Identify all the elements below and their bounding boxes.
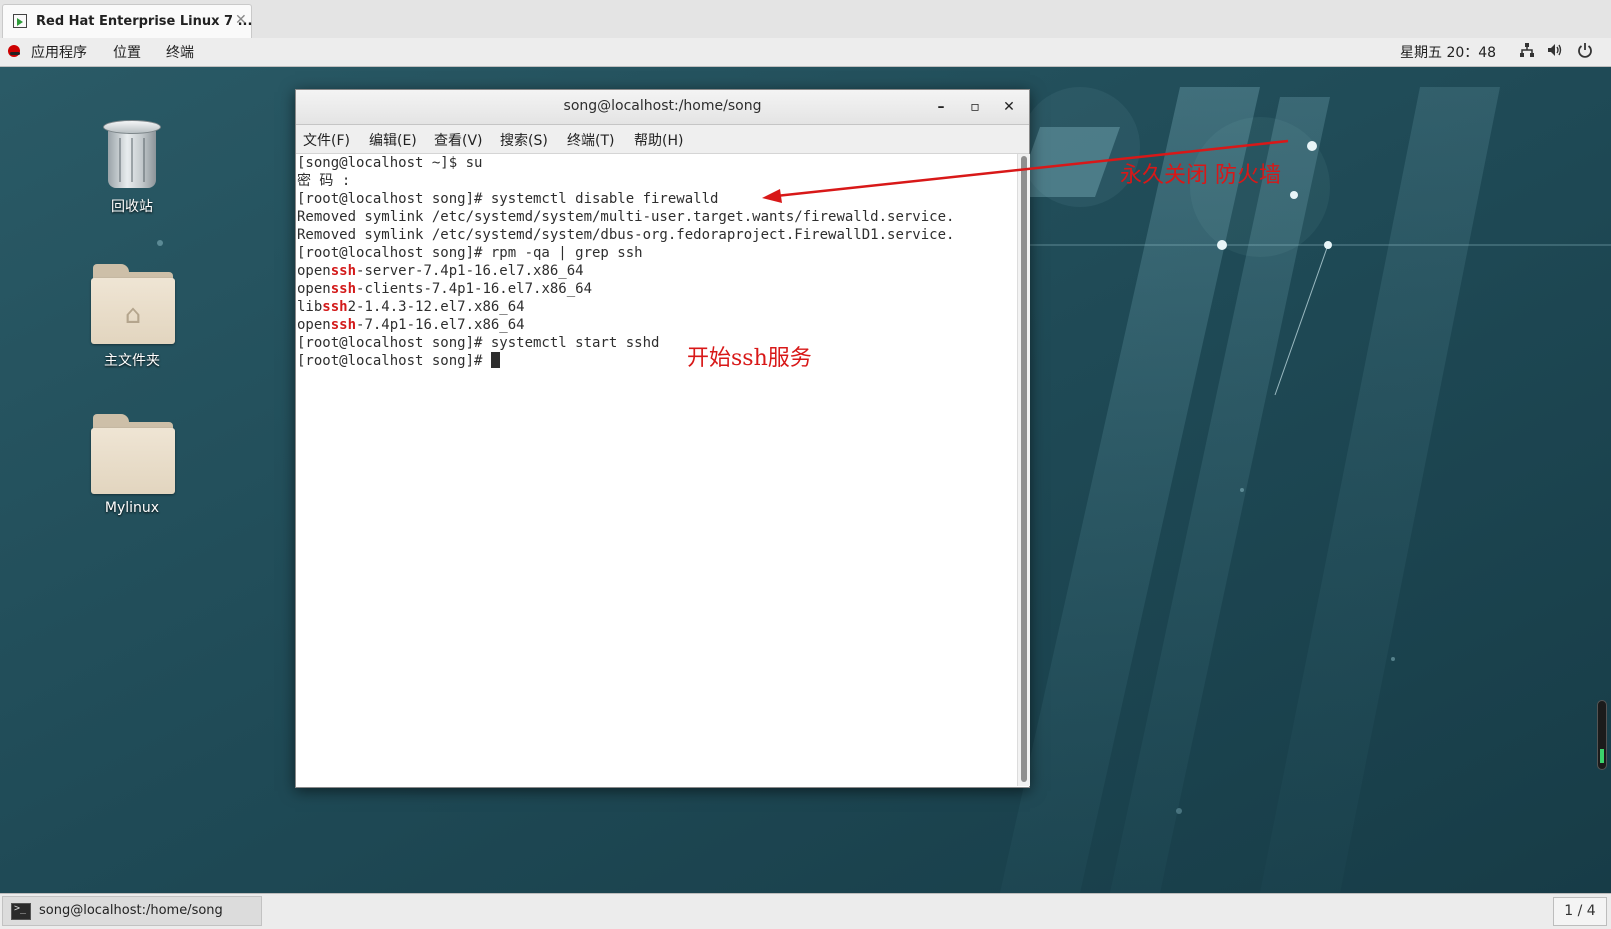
close-icon[interactable]: ✕ — [235, 12, 247, 28]
menu-view[interactable]: 查看(V) — [434, 130, 483, 150]
terminal-scrollbar[interactable] — [1017, 154, 1030, 786]
terminal-line: openssh-clients-7.4p1-16.el7.x86_64 — [297, 281, 593, 297]
menu-terminal[interactable]: 终端(T) — [567, 130, 614, 150]
menu-search[interactable]: 搜索(S) — [500, 130, 548, 150]
terminal-output[interactable]: [song@localhost ~]$ su 密 码 : [root@local… — [296, 154, 1016, 786]
desktop-icon-label: 回收站 — [111, 199, 153, 215]
desktop-icon-mylinux[interactable]: Mylinux — [72, 414, 192, 516]
menu-help[interactable]: 帮助(H) — [634, 130, 683, 150]
maximize-button[interactable]: ▫ — [964, 96, 986, 118]
terminal-menubar: 文件(F) 编辑(E) 查看(V) 搜索(S) 终端(T) 帮助(H) — [296, 125, 1029, 154]
terminal-titlebar[interactable]: song@localhost:/home/song – ▫ ✕ — [296, 90, 1029, 125]
terminal-line: Removed symlink /etc/systemd/system/dbus… — [297, 227, 955, 243]
places-menu[interactable]: 位置 — [113, 42, 141, 62]
taskbar-window-label: song@localhost:/home/song — [39, 903, 223, 918]
terminal-line: [root@localhost song]# systemctl disable… — [297, 191, 719, 207]
folder-icon — [91, 414, 175, 494]
terminal-icon — [11, 903, 31, 920]
terminal-line: libssh2-1.4.3-12.el7.x86_64 — [297, 299, 525, 315]
desktop-icon-home[interactable]: ⌂ 主文件夹 — [72, 264, 192, 370]
power-icon[interactable] — [1577, 42, 1593, 62]
terminal-line: openssh-server-7.4p1-16.el7.x86_64 — [297, 263, 584, 279]
annotation-ssh: 开始ssh服务 — [687, 346, 812, 371]
applications-menu[interactable]: 应用程序 — [31, 42, 87, 62]
scrollbar-thumb[interactable] — [1021, 156, 1027, 782]
clock[interactable]: 星期五 20：48 — [1400, 42, 1496, 62]
redhat-logo-icon — [8, 45, 20, 57]
menu-file[interactable]: 文件(F) — [303, 130, 350, 150]
gnome-top-bar: 应用程序 位置 终端 星期五 20：48 — [0, 38, 1611, 67]
terminal-line: Removed symlink /etc/systemd/system/mult… — [297, 209, 955, 225]
terminal-title: song@localhost:/home/song — [563, 98, 762, 114]
taskbar-window-button[interactable]: song@localhost:/home/song — [2, 896, 262, 926]
home-folder-icon: ⌂ — [91, 264, 175, 344]
terminal-line: openssh-7.4p1-16.el7.x86_64 — [297, 317, 525, 333]
terminal-line: [root@localhost song]# rpm -qa | grep ss… — [297, 245, 643, 261]
vm-tab-strip: Red Hat Enterprise Linux 7 ... ✕ — [0, 0, 1611, 39]
desktop-icon-label: Mylinux — [104, 500, 160, 516]
network-icon[interactable] — [1520, 42, 1534, 62]
terminal-prompt-line: [root@localhost song]# — [297, 352, 500, 370]
terminal-app-menu[interactable]: 终端 — [166, 42, 194, 62]
terminal-window[interactable]: song@localhost:/home/song – ▫ ✕ 文件(F) 编辑… — [295, 89, 1030, 788]
terminal-line: [root@localhost song]# systemctl start s… — [297, 335, 660, 351]
terminal-line: 密 码 : — [297, 173, 351, 189]
side-panel-handle[interactable] — [1597, 700, 1607, 770]
trash-icon — [103, 118, 161, 190]
vm-tab[interactable]: Red Hat Enterprise Linux 7 ... ✕ — [2, 4, 252, 38]
annotation-firewall: 永久关闭 防火墙 — [1120, 163, 1281, 188]
terminal-cursor — [490, 352, 500, 368]
desktop-icon-trash[interactable]: 回收站 — [72, 118, 192, 216]
vm-running-icon — [13, 14, 27, 28]
minimize-button[interactable]: – — [930, 96, 952, 118]
desktop-icon-label: 主文件夹 — [104, 353, 160, 369]
menu-edit[interactable]: 编辑(E) — [369, 130, 417, 150]
bottom-taskbar: song@localhost:/home/song 1 / 4 — [0, 893, 1611, 929]
workspace-indicator[interactable]: 1 / 4 — [1553, 897, 1607, 926]
volume-icon[interactable] — [1547, 42, 1563, 62]
vm-tab-title: Red Hat Enterprise Linux 7 ... — [36, 14, 253, 29]
terminal-line: [song@localhost ~]$ su — [297, 155, 483, 171]
close-button[interactable]: ✕ — [998, 96, 1020, 118]
